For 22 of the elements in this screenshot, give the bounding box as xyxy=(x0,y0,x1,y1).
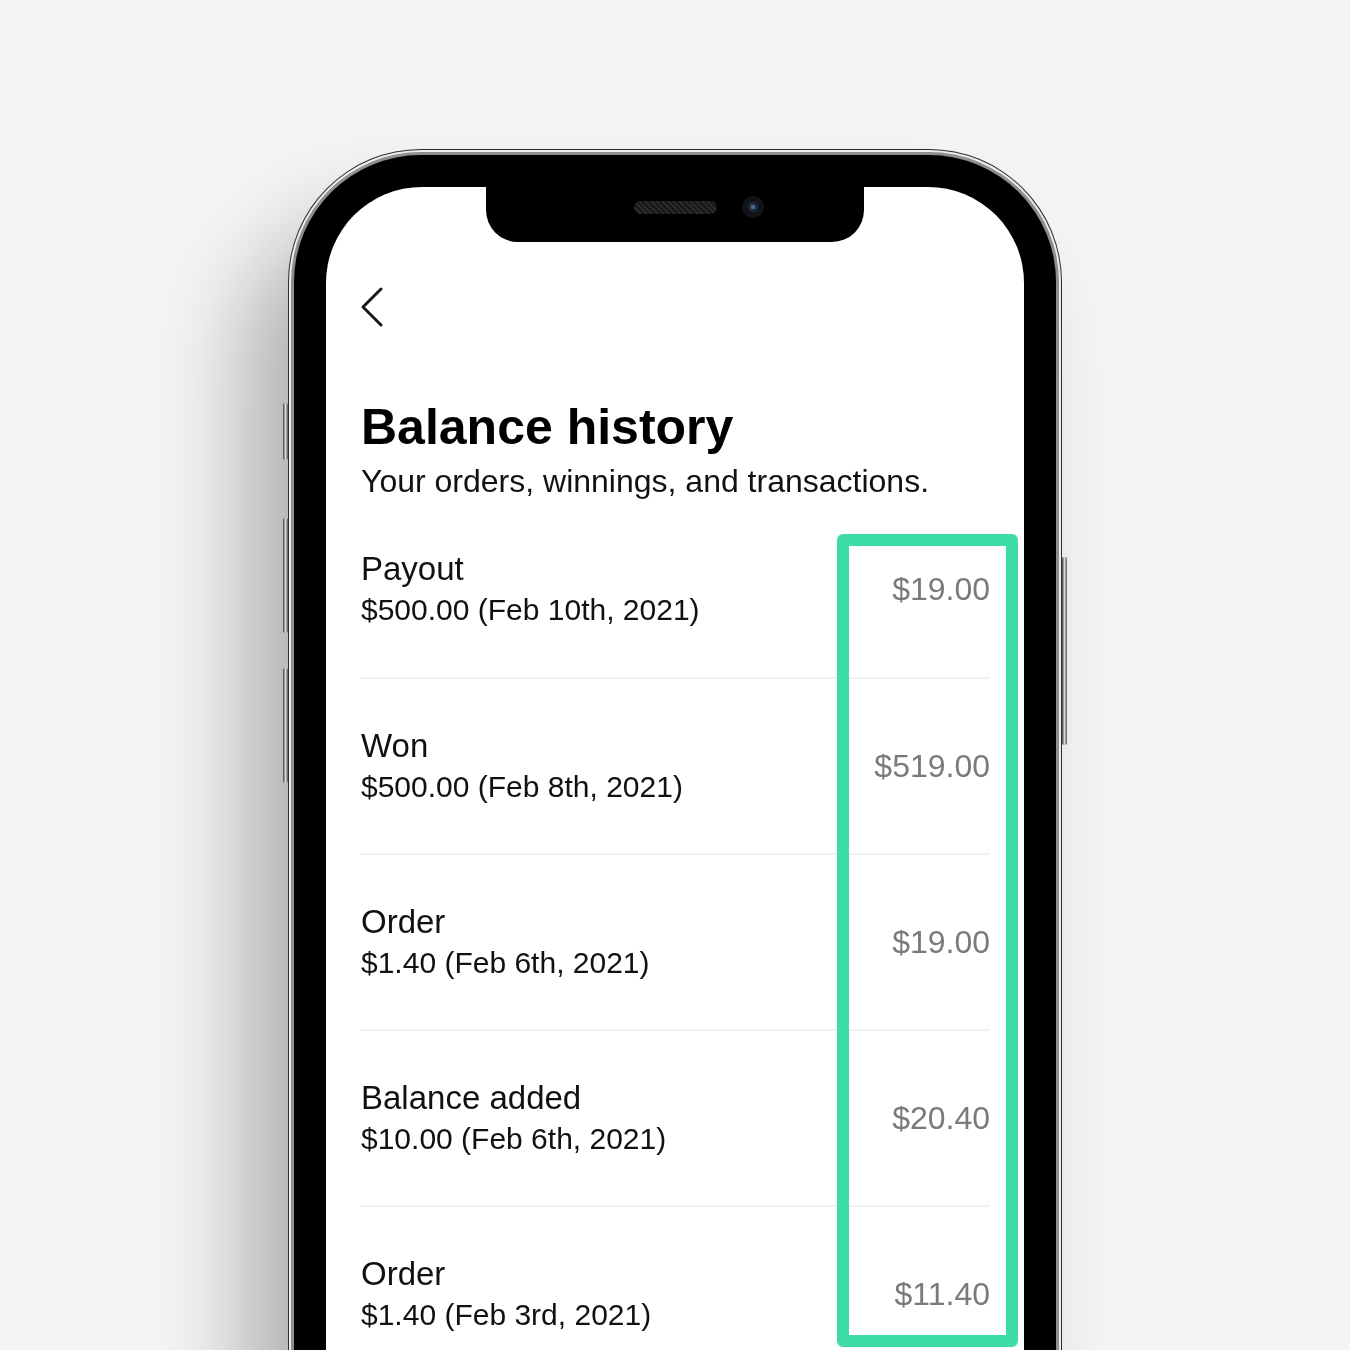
back-icon xyxy=(359,287,385,327)
transaction-type: Payout xyxy=(361,551,464,587)
transaction-detail: $1.40 (Feb 3rd, 2021) xyxy=(361,1298,652,1332)
transaction-detail: $500.00 (Feb 8th, 2021) xyxy=(361,770,683,804)
camera-icon xyxy=(741,196,764,218)
transaction-type: Order xyxy=(361,1256,446,1292)
balance-amount: $19.00 xyxy=(892,924,990,960)
balance-amount: $20.40 xyxy=(892,1100,990,1136)
side-key xyxy=(283,403,288,460)
back-button[interactable] xyxy=(359,287,385,327)
transaction-type: Won xyxy=(361,728,429,764)
balance-amount: $11.40 xyxy=(894,1276,990,1312)
page-subtitle: Your orders, winnings, and transactions. xyxy=(361,462,930,501)
balance-amount: $519.00 xyxy=(874,748,990,784)
transaction-detail: $500.00 (Feb 10th, 2021) xyxy=(361,593,700,627)
speaker-grille-icon xyxy=(633,201,717,214)
transaction-type: Balance added xyxy=(361,1080,582,1116)
balance-amount: $19.00 xyxy=(892,571,990,607)
transaction-detail: $10.00 (Feb 6th, 2021) xyxy=(361,1122,667,1156)
transaction-type: Order xyxy=(361,904,446,940)
transaction-detail: $1.40 (Feb 6th, 2021) xyxy=(361,946,650,980)
page-title: Balance history xyxy=(361,399,734,455)
